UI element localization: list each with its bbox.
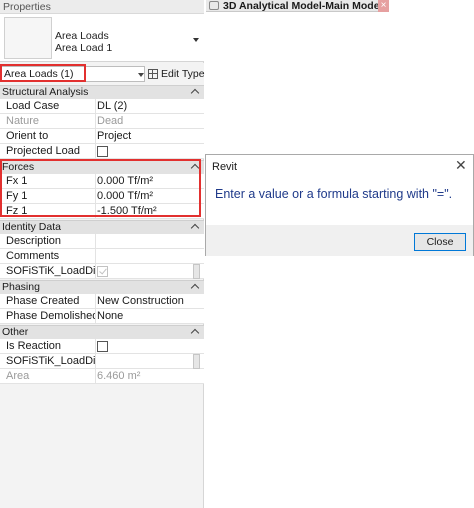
3d-view-icon [209, 1, 219, 10]
collapse-chevron-icon[interactable] [190, 163, 200, 173]
collapse-chevron-icon[interactable] [190, 283, 200, 293]
projected-load-checkbox[interactable] [97, 146, 108, 157]
property-name: Fy 1 [0, 189, 96, 204]
property-name: Orient to [0, 129, 96, 144]
property-name: Phase Demolished [0, 309, 96, 324]
collapse-chevron-icon[interactable] [190, 328, 200, 338]
filter-row: Area Loads (1) Edit Type [0, 63, 205, 85]
type-selector[interactable]: Area Loads Area Load 1 [0, 14, 204, 62]
row-sofistik-load-distribution: SOFiSTiK_LoadDistri... [0, 264, 204, 279]
group-identity-data[interactable]: Identity Data [0, 220, 204, 234]
type-family-label: Area Loads [55, 30, 109, 42]
type-instance-label: Area Load 1 [55, 42, 113, 54]
type-name: Area Loads Area Load 1 [55, 30, 112, 54]
load-distribution-checkbox [97, 266, 108, 277]
row-load-case[interactable]: Load Case DL (2) [0, 99, 204, 114]
row-sofistik-load-division[interactable]: SOFiSTiK_LoadDivisi... [0, 354, 204, 369]
property-value[interactable]: None [97, 309, 197, 324]
property-name: Projected Load [0, 144, 96, 159]
property-value[interactable] [97, 249, 197, 264]
property-value[interactable]: Project [97, 129, 197, 144]
edit-type-label: Edit Type [161, 68, 205, 80]
view-canvas[interactable] [206, 13, 474, 508]
close-button[interactable]: Close [414, 233, 466, 251]
row-comments[interactable]: Comments [0, 249, 204, 264]
instance-filter-value: Area Loads (1) [4, 68, 74, 80]
row-is-reaction: Is Reaction [0, 339, 204, 354]
properties-panel: Properties Area Loads Area Load 1 Area L… [0, 0, 205, 508]
instance-filter-select[interactable]: Area Loads (1) [1, 66, 145, 82]
property-name: Is Reaction [0, 339, 96, 354]
property-name: Fz 1 [0, 204, 96, 219]
property-value[interactable]: 0.000 Tf/m² [97, 189, 197, 204]
row-area: Area 6.460 m² [0, 369, 204, 384]
view-tab[interactable]: 3D Analytical Model-Main Mode... × [206, 0, 389, 12]
group-forces[interactable]: Forces [0, 160, 204, 174]
tab-close-icon[interactable]: × [378, 0, 389, 12]
group-label: Forces [2, 161, 35, 173]
collapse-chevron-icon[interactable] [190, 88, 200, 98]
row-phase-created[interactable]: Phase Created New Construction [0, 294, 204, 309]
property-name: Description [0, 234, 96, 249]
dialog-message: Enter a value or a formula starting with… [215, 187, 453, 201]
property-name: Nature [0, 114, 96, 129]
row-fx1[interactable]: Fx 1 0.000 Tf/m² [0, 174, 204, 189]
scrollbar-thumb[interactable] [193, 354, 200, 369]
property-name: Comments [0, 249, 96, 264]
property-value[interactable]: New Construction [97, 294, 197, 309]
dialog-footer: Close [206, 225, 473, 256]
row-fy1[interactable]: Fy 1 0.000 Tf/m² [0, 189, 204, 204]
row-phase-demolished[interactable]: Phase Demolished None [0, 309, 204, 324]
group-other[interactable]: Other [0, 325, 204, 339]
property-name: SOFiSTiK_LoadDistri... [0, 264, 96, 279]
type-dropdown-arrow-icon[interactable] [193, 38, 199, 42]
is-reaction-checkbox[interactable] [97, 341, 108, 352]
row-projected-load: Projected Load [0, 144, 204, 159]
type-preview-thumbnail [4, 17, 52, 59]
dialog-close-icon[interactable]: ✕ [455, 158, 467, 172]
property-name: Load Case [0, 99, 96, 114]
row-description[interactable]: Description [0, 234, 204, 249]
group-structural-analysis[interactable]: Structural Analysis [0, 85, 204, 99]
property-name: Fx 1 [0, 174, 96, 189]
panel-title: Properties [0, 0, 204, 14]
group-phasing[interactable]: Phasing [0, 280, 204, 294]
group-label: Identity Data [2, 221, 61, 233]
row-orient-to[interactable]: Orient to Project [0, 129, 204, 144]
scrollbar-thumb[interactable] [193, 264, 200, 279]
revit-dialog: Revit ✕ Enter a value or a formula start… [205, 154, 474, 256]
view-tab-title: 3D Analytical Model-Main Mode... [223, 0, 389, 12]
edit-type-button[interactable]: Edit Type [148, 66, 205, 82]
property-value[interactable] [97, 234, 197, 249]
group-label: Other [2, 326, 29, 338]
edit-type-icon [148, 69, 158, 79]
property-value: Dead [97, 115, 124, 127]
property-value[interactable]: DL (2) [97, 99, 197, 114]
group-label: Phasing [2, 281, 40, 293]
row-nature: Nature Dead [0, 114, 204, 129]
property-value[interactable]: 0.000 Tf/m² [97, 174, 197, 189]
dialog-title: Revit [212, 161, 238, 173]
group-label: Structural Analysis [2, 86, 89, 98]
property-value[interactable]: -1.500 Tf/m² [97, 204, 197, 219]
property-value: 6.460 m² [97, 370, 141, 382]
property-name: Area [0, 369, 96, 384]
row-fz1[interactable]: Fz 1 -1.500 Tf/m² [0, 204, 204, 219]
property-name: Phase Created [0, 294, 96, 309]
collapse-chevron-icon[interactable] [190, 223, 200, 233]
property-name: SOFiSTiK_LoadDivisi... [0, 354, 96, 369]
chevron-down-icon [138, 73, 144, 77]
